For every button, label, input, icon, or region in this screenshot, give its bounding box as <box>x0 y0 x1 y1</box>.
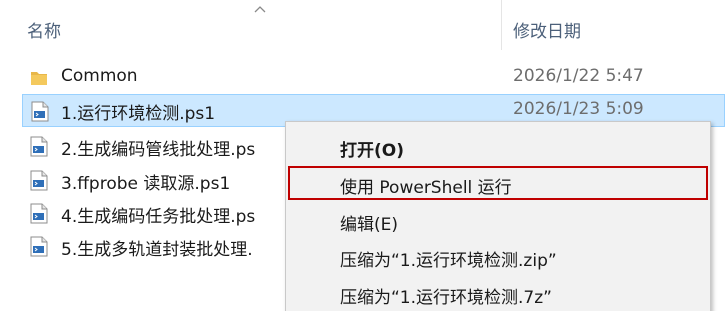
menu-item-label: 压缩为“1.运行环境检测.zip” <box>340 251 557 271</box>
menu-item-label: 使用 PowerShell 运行 <box>340 178 512 198</box>
menu-item-compress-7z[interactable]: 压缩为“1.运行环境检测.7z” <box>288 276 708 310</box>
file-name: 2.生成编码管线批处理.ps <box>61 140 256 160</box>
file-date: 2026/1/22 5:47 <box>513 66 644 86</box>
powershell-script-icon <box>30 170 48 191</box>
menu-item-label: 打开(O) <box>340 141 404 161</box>
file-name: 5.生成多轨道封装批处理. <box>61 240 253 260</box>
file-explorer-window: 名称 修改日期 Common 2026/1/22 5:47 1.运行环境检测.p… <box>0 0 725 311</box>
powershell-script-icon <box>30 203 48 224</box>
powershell-script-icon <box>31 101 49 122</box>
sort-ascending-icon <box>254 6 266 13</box>
column-separator[interactable] <box>501 0 502 50</box>
powershell-script-icon <box>30 136 48 157</box>
menu-item-label: 编辑(E) <box>340 215 399 235</box>
powershell-script-icon <box>30 236 48 257</box>
file-name: 1.运行环境检测.ps1 <box>61 104 216 124</box>
folder-icon <box>31 72 47 85</box>
file-date: 2026/1/23 5:09 <box>513 99 644 119</box>
file-name: Common <box>61 66 138 86</box>
context-menu: 打开(O) 使用 PowerShell 运行 编辑(E) 压缩为“1.运行环境检… <box>285 121 711 311</box>
column-header: 名称 修改日期 <box>0 0 725 52</box>
column-name-header[interactable]: 名称 <box>27 17 61 42</box>
menu-item-edit[interactable]: 编辑(E) <box>288 203 708 237</box>
file-name: 3.ffprobe 读取源.ps1 <box>61 174 231 194</box>
menu-item-compress-zip[interactable]: 压缩为“1.运行环境检测.zip” <box>288 239 708 273</box>
file-row-common[interactable]: Common 2026/1/22 5:47 <box>22 61 725 94</box>
column-date-header[interactable]: 修改日期 <box>513 17 581 42</box>
menu-item-open[interactable]: 打开(O) <box>288 129 708 163</box>
file-name: 4.生成编码任务批处理.ps <box>61 207 256 227</box>
menu-item-run-with-powershell[interactable]: 使用 PowerShell 运行 <box>288 166 708 200</box>
menu-item-label: 压缩为“1.运行环境检测.7z” <box>340 288 552 308</box>
